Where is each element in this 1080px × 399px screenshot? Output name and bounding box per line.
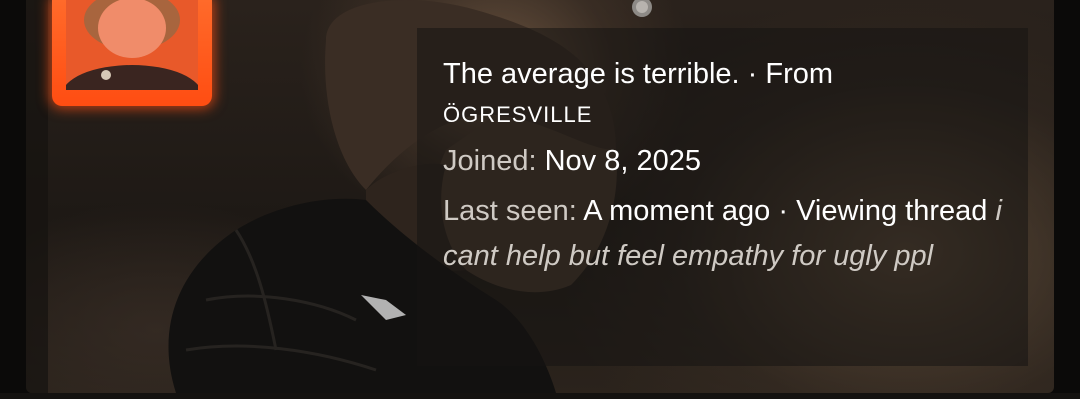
last-seen-label: Last seen: (443, 195, 577, 227)
avatar-image (66, 0, 198, 90)
profile-banner: The average is terrible. · From ÖGRESVIL… (26, 0, 1054, 393)
joined-line: Joined: Nov 8, 2025 (443, 139, 1003, 184)
joined-label: Joined: (443, 145, 537, 177)
profile-info: The average is terrible. · From ÖGRESVIL… (443, 52, 1003, 279)
location-link[interactable]: ÖGRESVILLE (443, 95, 1003, 135)
bottom-divider (0, 393, 1080, 399)
status-line: The average is terrible. · From ÖGRESVIL… (443, 52, 1003, 135)
separator: · (778, 195, 797, 227)
avatar[interactable] (52, 0, 212, 106)
status-text: The average is terrible. (443, 58, 740, 90)
separator: · (747, 58, 766, 90)
activity-label: Viewing thread (796, 195, 988, 227)
from-label: From (765, 58, 834, 90)
last-seen-line: Last seen: A moment ago · Viewing thread… (443, 189, 1003, 279)
last-seen-value: A moment ago (583, 195, 771, 227)
pendant-icon (632, 0, 652, 17)
joined-date: Nov 8, 2025 (544, 145, 701, 177)
